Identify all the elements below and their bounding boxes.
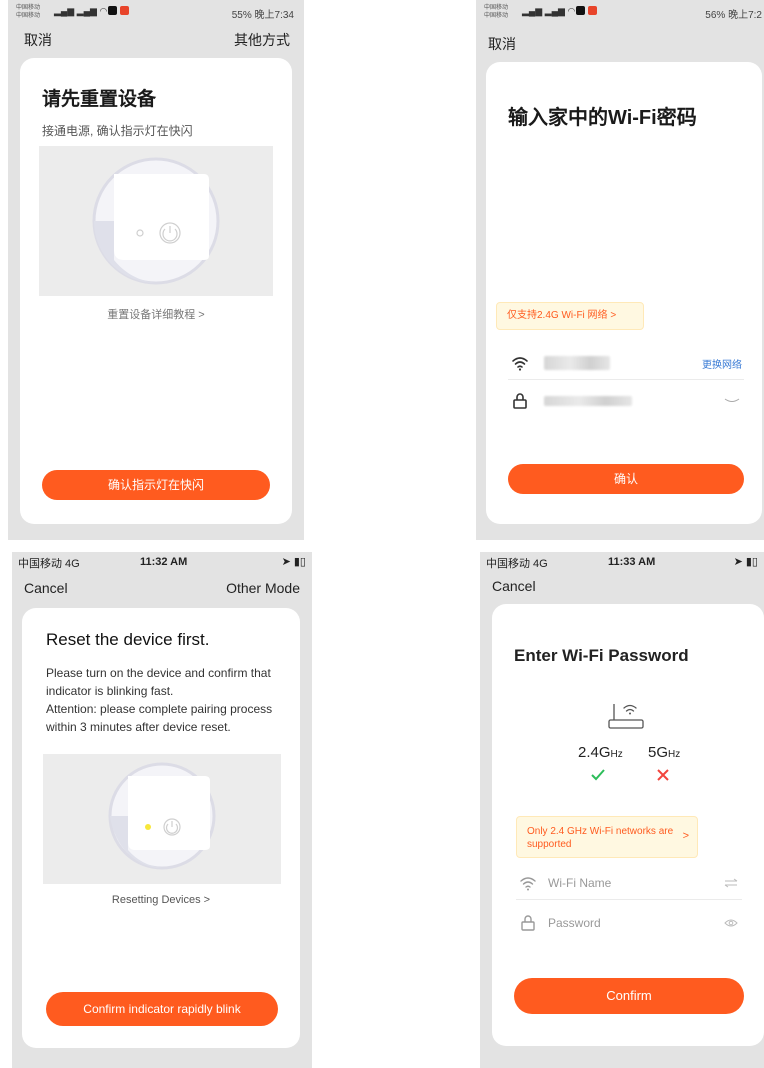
other-mode-button[interactable]: Other Mode xyxy=(226,580,300,596)
band-5-label: 5GHz xyxy=(648,744,681,761)
status-bar: 中国移动 4G 11:33 AM ➤ ▮▯ xyxy=(480,552,764,574)
screen-reset-device-zh: 中国移动 中国移动 ▂▄▆ ▂▄▆ ◠ 55% 晚上7:34 取消 其他方式 请先… xyxy=(8,0,304,540)
resetting-devices-link[interactable]: Resetting Devices > xyxy=(22,894,300,906)
page-title: 输入家中的Wi-Fi密码 xyxy=(508,107,697,129)
swap-icon[interactable] xyxy=(724,878,738,888)
signal-icon: ▂▄▆ ▂▄▆ ◠ xyxy=(54,6,108,16)
carrier-label: 中国移动 4G xyxy=(18,558,80,570)
battery-time: 55% 晚上7:34 xyxy=(231,10,294,21)
wifi-name-field[interactable]: 更换网络 xyxy=(508,346,744,380)
password-field[interactable]: Password xyxy=(516,906,742,940)
chevron-right-icon: > xyxy=(682,830,689,842)
app-icon xyxy=(108,6,117,15)
confirm-button[interactable]: 确认 xyxy=(508,464,744,494)
cancel-button[interactable]: Cancel xyxy=(492,578,536,594)
page-title: Reset the device first. xyxy=(46,630,210,649)
status-bar: 中国移动 4G 11:32 AM ➤ ▮▯ xyxy=(12,552,312,574)
cancel-button[interactable]: 取消 xyxy=(488,34,516,54)
app-icon xyxy=(588,6,597,15)
eye-closed-icon[interactable] xyxy=(724,398,740,404)
content-card: 输入家中的Wi-Fi密码 仅支持2.4G Wi-Fi 网络 > 更换网络 确认 xyxy=(486,62,762,524)
reset-tutorial-link[interactable]: 重置设备详细教程 > xyxy=(20,306,292,322)
battery-time: 56% 晚上7:2 xyxy=(705,10,762,21)
device-illustration xyxy=(39,146,273,296)
confirm-button[interactable]: Confirm xyxy=(514,978,744,1014)
content-card: Enter Wi-Fi Password 2.4GHz 5GHz Only 2.… xyxy=(492,604,764,1046)
screen-wifi-password-zh: 中国移动 中国移动 ▂▄▆ ▂▄▆ ◠ 56% 晚上7:2 取消 输入家中的Wi-… xyxy=(476,0,764,540)
password-value xyxy=(544,396,632,406)
check-icon xyxy=(591,769,605,781)
app-icon xyxy=(120,6,129,15)
cancel-button[interactable]: Cancel xyxy=(24,580,68,596)
carrier-label: 中国移动 中国移动 xyxy=(484,5,509,19)
status-bar: 中国移动 中国移动 ▂▄▆ ▂▄▆ ◠ 56% 晚上7:2 xyxy=(476,0,764,22)
confirm-blinking-button[interactable]: 确认指示灯在快闪 xyxy=(42,470,270,500)
wifi-name-input[interactable]: Wi-Fi Name xyxy=(548,876,611,890)
page-title: Enter Wi-Fi Password xyxy=(514,646,689,665)
battery-icon: ➤ ▮▯ xyxy=(733,556,758,568)
band-24-label: 2.4GHz xyxy=(578,744,623,761)
page-description: Please turn on the device and confirm th… xyxy=(46,666,271,698)
device-illustration xyxy=(43,754,281,884)
other-mode-button[interactable]: 其他方式 xyxy=(234,30,290,50)
page-title: 请先重置设备 xyxy=(42,89,157,110)
screen-reset-device-en: 中国移动 4G 11:32 AM ➤ ▮▯ Cancel Other Mode … xyxy=(12,552,312,1068)
lock-icon xyxy=(521,915,535,931)
content-card: Reset the device first. Please turn on t… xyxy=(22,608,300,1048)
app-icon xyxy=(576,6,585,15)
lock-icon xyxy=(513,393,527,409)
page-subtitle: 接通电源, 确认指示灯在快闪 xyxy=(42,124,193,138)
24g-support-tip[interactable]: Only 2.4 GHz Wi-Fi networks are supporte… xyxy=(516,816,698,858)
router-icon xyxy=(608,704,644,729)
tip-text: Only 2.4 GHz Wi-Fi networks are supporte… xyxy=(527,826,674,850)
wifi-name-value xyxy=(544,356,610,370)
status-bar: 中国移动 中国移动 ▂▄▆ ▂▄▆ ◠ 55% 晚上7:34 xyxy=(8,0,304,22)
wifi-name-field[interactable]: Wi-Fi Name xyxy=(516,866,742,900)
signal-icon: ▂▄▆ ▂▄▆ ◠ xyxy=(522,6,576,16)
carrier-label: 中国移动 中国移动 xyxy=(16,5,41,19)
page-attention: Attention: please complete pairing proce… xyxy=(46,702,273,734)
eye-icon[interactable] xyxy=(724,918,738,928)
status-time: 11:33 AM xyxy=(608,556,656,568)
password-field[interactable] xyxy=(508,384,744,418)
confirm-blinking-button[interactable]: Confirm indicator rapidly blink xyxy=(46,992,278,1026)
screen-wifi-password-en: 中国移动 4G 11:33 AM ➤ ▮▯ Cancel Enter Wi-Fi… xyxy=(480,552,764,1068)
carrier-label: 中国移动 4G xyxy=(486,558,548,570)
battery-icon: ➤ ▮▯ xyxy=(281,556,306,568)
content-card: 请先重置设备 接通电源, 确认指示灯在快闪 重置设备详细教程 > 确认指示灯在快… xyxy=(20,58,292,524)
wifi-icon xyxy=(520,877,536,891)
status-time: 11:32 AM xyxy=(140,556,188,568)
24g-support-tip[interactable]: 仅支持2.4G Wi-Fi 网络 > xyxy=(496,302,644,330)
cancel-button[interactable]: 取消 xyxy=(24,30,52,50)
cross-icon xyxy=(657,769,669,781)
wifi-icon xyxy=(512,357,528,371)
password-input[interactable]: Password xyxy=(548,916,601,930)
change-network-button[interactable]: 更换网络 xyxy=(702,356,742,371)
device-image xyxy=(108,762,216,870)
device-image xyxy=(92,157,220,285)
